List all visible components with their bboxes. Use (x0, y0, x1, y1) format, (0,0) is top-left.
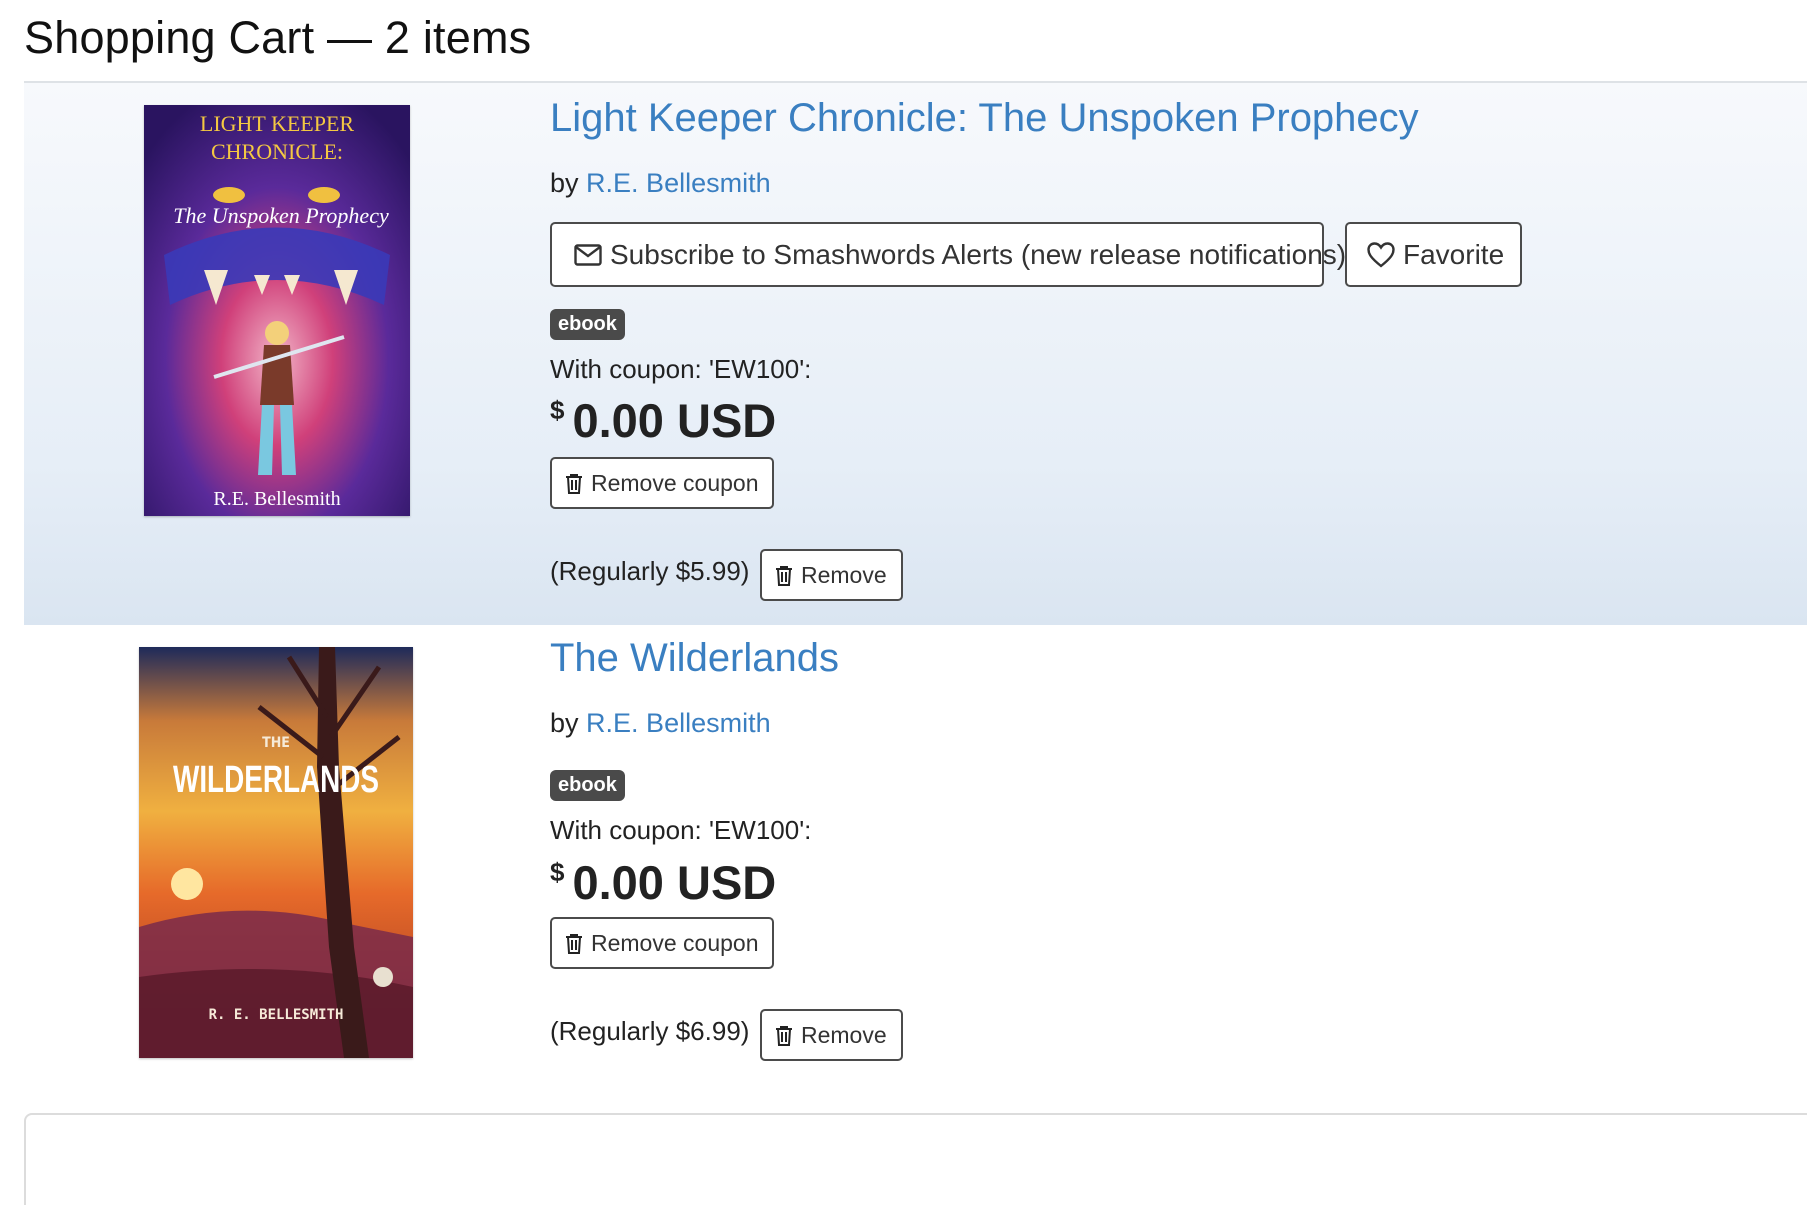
cover-title: WILDERLANDS (173, 759, 379, 801)
by-label: by (550, 708, 579, 738)
cover-subtitle: The Unspoken Prophecy (173, 203, 389, 228)
format-badge: ebook (550, 770, 625, 801)
cart-page: Shopping Cart — 2 items LIGHT KEEPER CHR… (0, 0, 1807, 1205)
trash-icon (775, 565, 793, 586)
byline: by R.E. Bellesmith (550, 708, 771, 739)
currency-symbol: $ (550, 395, 565, 425)
cover-title-line1: LIGHT KEEPER (200, 111, 355, 136)
cover-title-line2: CHRONICLE: (211, 139, 343, 164)
favorite-label: Favorite (1403, 238, 1505, 270)
heart-icon (1367, 241, 1395, 268)
envelope-icon (574, 243, 602, 266)
coupon-text: With coupon: 'EW100': (550, 354, 812, 384)
favorite-button[interactable]: Favorite (1345, 222, 1522, 287)
trash-icon (565, 473, 583, 494)
subscribe-alerts-button[interactable]: Subscribe to Smashwords Alerts (new rele… (550, 222, 1346, 287)
remove-label: Remove (801, 561, 887, 588)
book-cover-image[interactable]: THE WILDERLANDS R. E. BELLESMITH (139, 647, 413, 1058)
author-link[interactable]: R.E. Bellesmith (586, 168, 771, 198)
price: $0.00 USD (550, 855, 776, 910)
remove-coupon-label: Remove coupon (591, 469, 759, 496)
subscribe-label: Subscribe to Smashwords Alerts (new rele… (610, 238, 1347, 270)
trash-icon (565, 933, 583, 954)
currency-symbol: $ (550, 857, 565, 887)
book-cover-image[interactable]: LIGHT KEEPER CHRONICLE: The Unspoken Pro… (144, 105, 410, 516)
cart-heading: Shopping Cart — 2 items (24, 12, 532, 63)
cart-item: LIGHT KEEPER CHRONICLE: The Unspoken Pro… (24, 83, 1807, 625)
remove-label: Remove (801, 1021, 887, 1048)
trash-icon (775, 1025, 793, 1046)
remove-coupon-label: Remove coupon (591, 929, 759, 956)
cart-item: THE WILDERLANDS R. E. BELLESMITH The Wil… (24, 625, 1807, 1095)
cover-author: R.E. Bellesmith (213, 488, 340, 510)
cover-author: R. E. BELLESMITH (209, 1007, 344, 1023)
remove-item-button[interactable]: Remove (760, 549, 903, 601)
book-title-link[interactable]: Light Keeper Chronicle: The Unspoken Pro… (550, 96, 1419, 141)
author-link[interactable]: R.E. Bellesmith (586, 708, 771, 738)
cart-summary-card (24, 1113, 1807, 1205)
price-amount: 0.00 USD (572, 856, 777, 909)
remove-coupon-button[interactable]: Remove coupon (550, 917, 774, 969)
byline: by R.E. Bellesmith (550, 168, 771, 199)
cover-the: THE (262, 735, 290, 751)
format-badge: ebook (550, 309, 625, 340)
regular-price: (Regularly $5.99) (550, 556, 750, 586)
book-title-link[interactable]: The Wilderlands (550, 636, 839, 681)
price: $0.00 USD (550, 393, 776, 448)
regular-price: (Regularly $6.99) (550, 1016, 750, 1046)
coupon-text: With coupon: 'EW100': (550, 815, 812, 845)
remove-coupon-button[interactable]: Remove coupon (550, 457, 774, 509)
price-amount: 0.00 USD (572, 394, 777, 447)
by-label: by (550, 168, 579, 198)
remove-item-button[interactable]: Remove (760, 1009, 903, 1061)
